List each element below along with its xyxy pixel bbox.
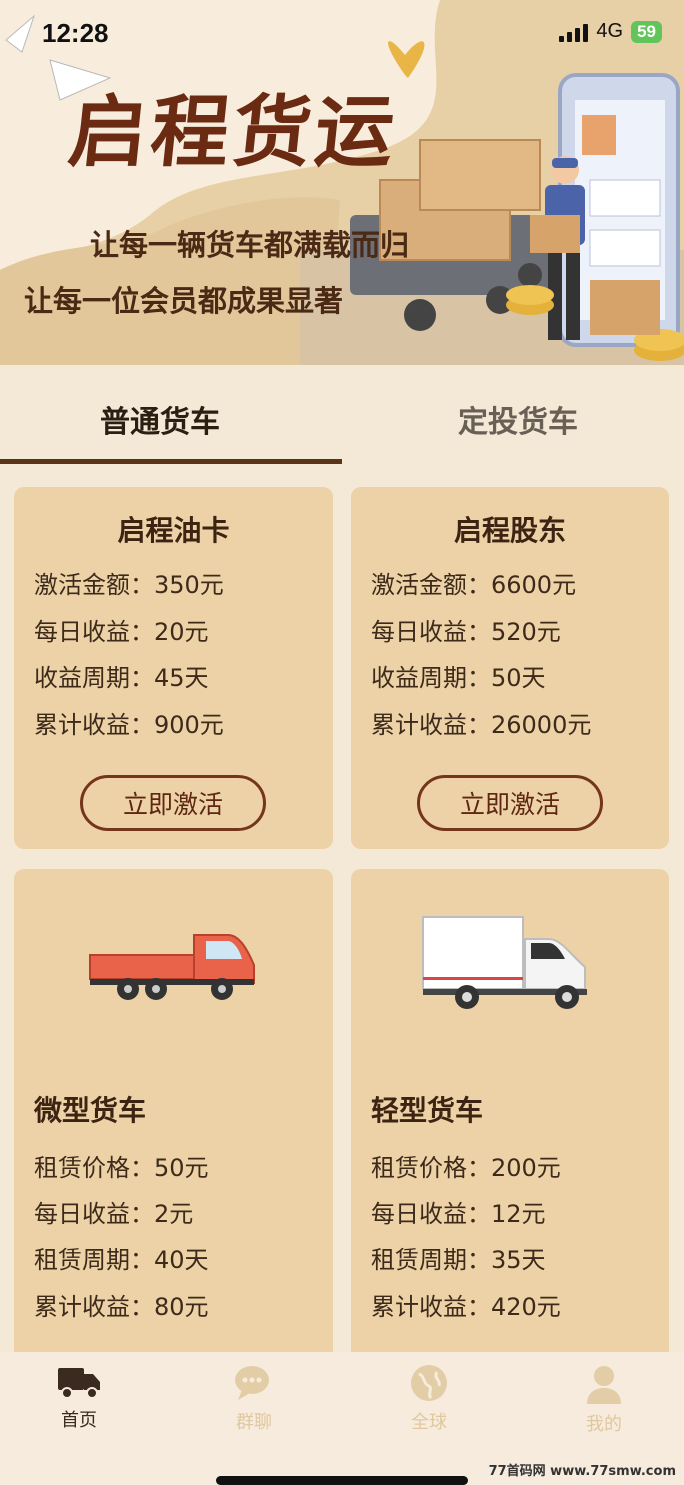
card-title: 启程油卡	[117, 514, 230, 547]
nav-label: 首页	[61, 1410, 97, 1431]
card-row-total-income: 累计收益：80元	[34, 1293, 209, 1321]
white-box-truck-image	[422, 916, 587, 1009]
card-row-income-period: 收益周期：50天	[371, 664, 546, 692]
card-row-rental-period: 租赁周期：35天	[371, 1246, 546, 1274]
tab-regular-truck[interactable]: 普通货车	[100, 397, 220, 441]
card-row-daily-income: 每日收益：20元	[34, 618, 209, 646]
status-time: 12:28	[42, 18, 109, 48]
activate-button[interactable]: 立即激活	[417, 775, 603, 831]
activate-button[interactable]: 立即激活	[80, 775, 266, 831]
card-title: 微型货车	[34, 1094, 147, 1127]
globe-icon	[411, 1365, 447, 1401]
card-row-total-income: 累计收益：420元	[371, 1293, 561, 1321]
user-icon	[587, 1366, 621, 1404]
card-title: 启程股东	[453, 514, 566, 547]
truck-icon	[58, 1368, 100, 1399]
status-bar: 12:28 4G 59	[0, 0, 684, 70]
watermark: 77首码网 www.77smw.com	[488, 1464, 676, 1479]
signal-icon	[559, 22, 589, 42]
battery-icon: 59	[631, 20, 662, 43]
active-tab-indicator	[0, 459, 342, 464]
card-row-activation-amount: 激活金额：6600元	[371, 571, 577, 599]
card-row-rental-price: 租赁价格：200元	[371, 1154, 561, 1182]
nav-item-global[interactable]: 全球	[369, 1364, 489, 1434]
card-row-daily-income: 每日收益：2元	[34, 1200, 194, 1228]
tab-fixed-investment-truck[interactable]: 定投货车	[458, 397, 578, 441]
brand-title: 启程货运	[64, 87, 403, 178]
hero-banner: 12:28 4G 59 启程货运 让每一辆货车都满载而归 让每一位会员都成果显著	[0, 0, 684, 365]
card-row-activation-amount: 激活金额：350元	[34, 571, 224, 599]
network-type: 4G	[596, 20, 624, 42]
nav-item-profile[interactable]: 我的	[544, 1364, 664, 1436]
home-indicator[interactable]	[216, 1476, 468, 1485]
nav-label: 全球	[411, 1412, 447, 1433]
slogan-line-1: 让每一辆货车都满载而归	[90, 228, 410, 262]
chat-icon	[235, 1366, 269, 1400]
card-title: 轻型货车	[371, 1094, 484, 1127]
card-row-daily-income: 每日收益：520元	[371, 618, 561, 646]
nav-item-home[interactable]: 首页	[19, 1364, 139, 1432]
card-row-daily-income: 每日收益：12元	[371, 1200, 546, 1228]
card-row-total-income: 累计收益：900元	[34, 711, 224, 739]
nav-item-group-chat[interactable]: 群聊	[194, 1364, 314, 1434]
slogan-line-2: 让每一位会员都成果显著	[24, 284, 344, 318]
card-row-rental-price: 租赁价格：50元	[34, 1154, 209, 1182]
product-card-fuel-card: 启程油卡 激活金额：350元 每日收益：20元 收益周期：45天 累计收益：90…	[14, 487, 333, 849]
red-pickup-truck-image	[89, 934, 255, 1000]
card-row-income-period: 收益周期：45天	[34, 664, 209, 692]
product-card-light-truck[interactable]: 轻型货车 租赁价格：200元 每日收益：12元 租赁周期：35天 累计收益：42…	[351, 869, 669, 1369]
card-row-rental-period: 租赁周期：40天	[34, 1246, 209, 1274]
card-row-total-income: 累计收益：26000元	[371, 711, 592, 739]
product-card-shareholder: 启程股东 激活金额：6600元 每日收益：520元 收益周期：50天 累计收益：…	[351, 487, 669, 849]
status-indicators: 4G 59	[559, 20, 662, 43]
category-tabs: 普通货车 定投货车	[0, 365, 684, 465]
nav-label: 群聊	[236, 1412, 272, 1433]
nav-label: 我的	[586, 1414, 622, 1435]
product-card-micro-truck[interactable]: 微型货车 租赁价格：50元 每日收益：2元 租赁周期：40天 累计收益：80元	[14, 869, 333, 1369]
